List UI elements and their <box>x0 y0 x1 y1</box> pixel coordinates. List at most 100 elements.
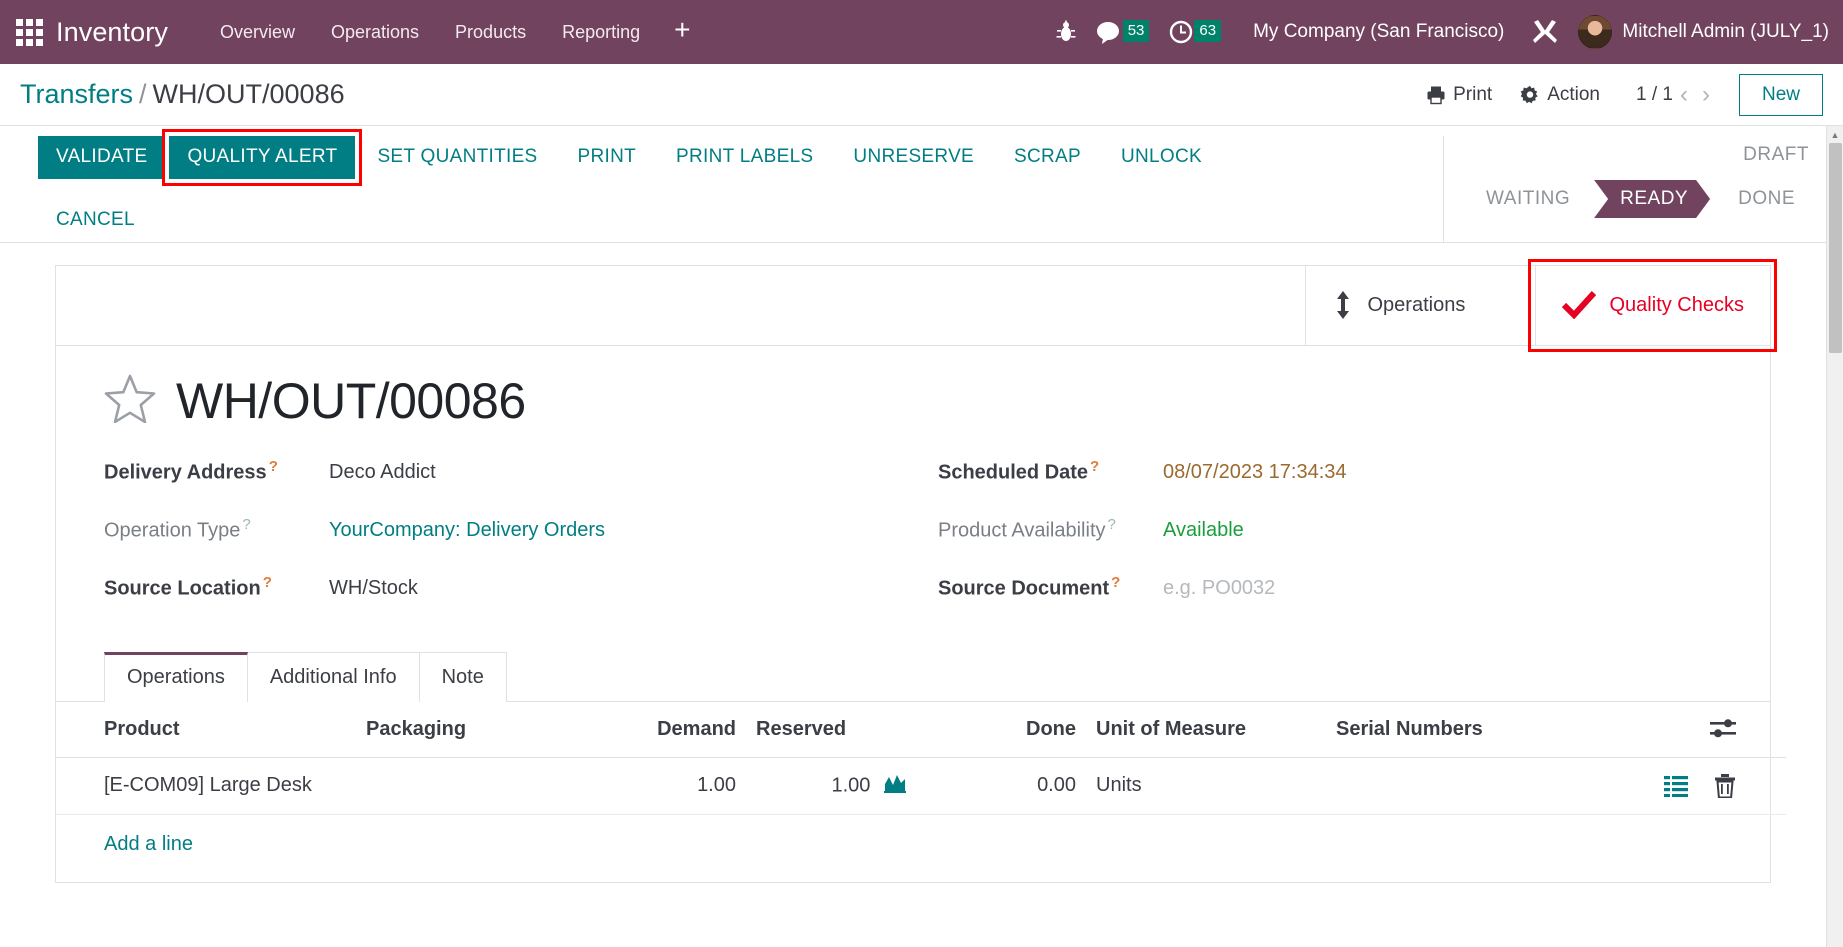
add-line-cell: Add a line <box>56 814 1786 874</box>
field-label-operation-type: Operation Type? <box>104 515 251 542</box>
nav-add-button[interactable]: + <box>658 16 706 48</box>
tab-operations[interactable]: Operations <box>104 651 248 702</box>
new-record-button[interactable]: New <box>1738 73 1823 116</box>
column-header-packaging[interactable]: Packaging <box>356 701 606 758</box>
scroll-up-arrow-icon[interactable]: ▲ <box>1827 126 1843 143</box>
cell-demand[interactable]: 1.00 <box>606 757 746 815</box>
form-sheet: Operations Quality Checks WH/OUT/00086 D… <box>55 258 1786 883</box>
column-options-icon[interactable] <box>1596 718 1776 740</box>
stat-button-box: Operations Quality Checks <box>56 258 1777 352</box>
vertical-scrollbar[interactable]: ▲ <box>1826 126 1843 947</box>
field-label-scheduled-date: Scheduled Date? <box>938 457 1100 484</box>
messages-count-badge: 53 <box>1122 20 1150 42</box>
print-labels-button[interactable]: PRINT LABELS <box>658 136 831 179</box>
quality-alert-button[interactable]: QUALITY ALERT <box>162 129 363 186</box>
user-menu[interactable]: Mitchell Admin (JULY_1) <box>1578 15 1829 49</box>
scrap-button[interactable]: SCRAP <box>996 136 1099 179</box>
field-value-source-location[interactable]: WH/Stock <box>329 577 418 600</box>
tooltip-icon[interactable]: ? <box>1111 574 1120 591</box>
print-menu-button[interactable]: Print <box>1412 78 1506 112</box>
pager-value: 1 / 1 <box>1636 83 1673 105</box>
status-stages: DRAFT WAITING READY DONE <box>1443 136 1843 242</box>
field-value-delivery-address[interactable]: Deco Addict <box>329 461 436 484</box>
tooltip-icon[interactable]: ? <box>269 458 278 475</box>
print-button[interactable]: PRINT <box>560 136 655 179</box>
nav-item-products[interactable]: Products <box>437 16 544 49</box>
add-a-line-button[interactable]: Add a line <box>56 815 203 874</box>
grid-apps-icon <box>15 18 43 46</box>
tooltip-icon[interactable]: ? <box>263 574 272 591</box>
cell-packaging[interactable] <box>356 757 606 815</box>
tab-additional-info[interactable]: Additional Info <box>247 651 420 702</box>
stage-draft[interactable]: DRAFT <box>1743 136 1809 166</box>
field-delivery-address: Delivery Address? Deco Addict <box>104 456 888 514</box>
control-panel-actions: Print Action 1 / 1 ‹ › New <box>1412 73 1823 116</box>
stat-button-quality-checks[interactable]: Quality Checks <box>1527 258 1777 352</box>
field-label-delivery-address: Delivery Address? <box>104 457 278 484</box>
column-header-reserved[interactable]: Reserved <box>746 701 916 758</box>
apps-menu-button[interactable] <box>10 13 48 51</box>
sheet-inner: WH/OUT/00086 Delivery Address? Deco Addi… <box>56 346 1786 882</box>
tab-note[interactable]: Note <box>419 651 507 702</box>
app-brand-inventory[interactable]: Inventory <box>56 17 168 48</box>
pager-previous-button[interactable]: ‹ <box>1673 82 1695 107</box>
arrows-vertical-icon <box>1336 291 1349 320</box>
column-header-done[interactable]: Done <box>916 701 1086 758</box>
cell-done[interactable]: 0.00 <box>916 757 1086 815</box>
breadcrumb-transfers[interactable]: Transfers <box>20 79 133 109</box>
field-label-source-document: Source Document? <box>938 573 1121 600</box>
bug-icon <box>1056 20 1076 41</box>
top-navbar: Inventory Overview Operations Products R… <box>0 0 1843 64</box>
list-details-icon[interactable] <box>1664 775 1688 797</box>
tooltip-icon[interactable]: ? <box>1108 516 1116 533</box>
cancel-button[interactable]: CANCEL <box>38 199 153 242</box>
set-quantities-button[interactable]: SET QUANTITIES <box>359 136 555 179</box>
nav-item-operations[interactable]: Operations <box>313 16 437 49</box>
column-header-serial-numbers[interactable]: Serial Numbers <box>1326 701 1586 758</box>
nav-item-reporting[interactable]: Reporting <box>544 16 658 49</box>
avatar <box>1578 15 1613 49</box>
column-header-product[interactable]: Product <box>56 701 356 758</box>
control-panel: Transfers / WH/OUT/00086 Print Action 1 / … <box>0 64 1843 126</box>
column-header-unit-of-measure[interactable]: Unit of Measure <box>1086 701 1326 758</box>
table-row[interactable]: [E-COM09] Large Desk 1.00 1.00 0.00 Unit… <box>56 757 1786 815</box>
field-value-operation-type[interactable]: YourCompany: Delivery Orders <box>329 519 605 542</box>
validate-button[interactable]: VALIDATE <box>38 136 166 179</box>
source-document-input[interactable]: e.g. PO0032 <box>1163 577 1275 600</box>
tooltip-icon[interactable]: ? <box>1090 458 1099 475</box>
trash-icon[interactable] <box>1714 773 1736 798</box>
column-header-demand[interactable]: Demand <box>606 701 746 758</box>
scrollbar-thumb[interactable] <box>1829 143 1842 353</box>
forecast-report-icon[interactable] <box>884 773 906 799</box>
stat-button-operations[interactable]: Operations <box>1304 265 1535 345</box>
form-column-right: Scheduled Date? 08/07/2023 17:34:34 Prod… <box>938 456 1722 630</box>
action-menu-button[interactable]: Action <box>1506 78 1614 112</box>
star-outline-icon[interactable] <box>104 373 156 428</box>
page-body: ▲ VALIDATE QUALITY ALERT SET QUANTITIES … <box>0 126 1843 947</box>
pager-next-button[interactable]: › <box>1695 82 1717 107</box>
unreserve-button[interactable]: UNRESERVE <box>835 136 992 179</box>
user-name-label: Mitchell Admin (JULY_1) <box>1622 21 1829 42</box>
stage-waiting[interactable]: WAITING <box>1472 180 1584 218</box>
cell-product[interactable]: [E-COM09] Large Desk <box>56 757 356 815</box>
debug-menu-button[interactable] <box>1056 20 1076 44</box>
record-title: WH/OUT/00086 <box>104 372 1722 430</box>
cell-serial-numbers[interactable] <box>1326 757 1586 815</box>
cell-row-actions <box>1586 757 1786 815</box>
cell-reserved[interactable]: 1.00 <box>746 757 916 815</box>
field-value-product-availability: Available <box>1163 519 1244 542</box>
developer-tools-button[interactable] <box>1532 19 1558 45</box>
field-value-scheduled-date[interactable]: 08/07/2023 17:34:34 <box>1163 461 1347 484</box>
company-switcher[interactable]: My Company (San Francisco) <box>1253 21 1504 43</box>
tooltip-icon[interactable]: ? <box>242 516 250 533</box>
nav-item-overview[interactable]: Overview <box>202 16 313 49</box>
stage-done[interactable]: DONE <box>1724 180 1809 218</box>
unlock-button[interactable]: UNLOCK <box>1103 136 1220 179</box>
cell-unit-of-measure[interactable]: Units <box>1086 757 1326 815</box>
field-source-location: Source Location? WH/Stock <box>104 572 888 630</box>
messages-menu-button[interactable]: 53 <box>1096 20 1150 44</box>
record-action-buttons: VALIDATE QUALITY ALERT SET QUANTITIES PR… <box>0 129 1443 242</box>
form-fields: Delivery Address? Deco Addict Operation … <box>104 456 1722 630</box>
stage-ready[interactable]: READY <box>1594 180 1710 218</box>
activities-menu-button[interactable]: 63 <box>1169 20 1222 44</box>
